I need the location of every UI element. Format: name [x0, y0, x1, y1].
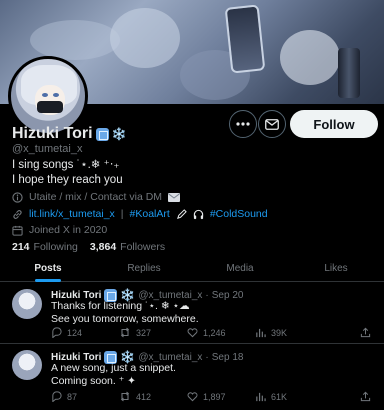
calendar-icon	[12, 225, 23, 236]
reply-button[interactable]: 87	[51, 391, 119, 402]
tweet-date[interactable]: Sep 20	[212, 290, 244, 301]
profile-joined: Joined X in 2020	[12, 224, 107, 236]
more-options-button[interactable]	[229, 110, 257, 138]
followers-link[interactable]: 3,864 Followers	[90, 241, 165, 253]
following-label: Following	[33, 241, 78, 253]
share-button[interactable]	[360, 327, 371, 338]
snowflake-emoji: ❄️	[111, 127, 127, 141]
repost-icon	[120, 327, 130, 338]
tweet-line: A new song, just a snippet.	[51, 362, 176, 374]
repost-count: 412	[136, 391, 152, 402]
tab-likes[interactable]: Likes	[288, 258, 384, 281]
tweet-line: Thanks for listening ˙⋆. ❄︎ ⋆☁︎	[51, 300, 190, 312]
separator: |	[120, 208, 124, 220]
profile-name: Hizuki Tori	[12, 125, 93, 142]
profile-avatar[interactable]	[8, 56, 88, 136]
tweet-author-name[interactable]: Hizuki Tori	[51, 352, 101, 363]
dot-separator: ·	[205, 289, 209, 301]
followers-count: 3,864	[89, 241, 117, 253]
like-count: 1,897	[203, 391, 226, 402]
view-count: 61K	[271, 391, 288, 402]
reply-icon	[52, 327, 62, 338]
profile-bio: I sing songs ˙⋆.❄︎ ⁺‧₊ I hope they reach…	[12, 158, 123, 188]
tweet-avatar[interactable]	[12, 289, 42, 319]
views-button[interactable]: 61K	[255, 391, 323, 402]
heart-icon	[187, 328, 198, 338]
heart-icon	[187, 392, 198, 402]
like-button[interactable]: 1,897	[187, 391, 255, 402]
profile-stats: 214 Following 3,864 Followers	[12, 241, 165, 253]
pen-icon	[176, 208, 187, 219]
envelope-emoji-icon	[168, 192, 181, 202]
reply-button[interactable]: 124	[51, 327, 119, 338]
follow-button[interactable]: Follow	[290, 110, 378, 138]
info-icon	[12, 191, 23, 203]
tab-posts[interactable]: Posts	[0, 258, 96, 282]
tweet[interactable]: Hizuki Tori ❄️ @x_tumetai_x · Sep 18 A n…	[0, 344, 384, 410]
category-text: Utaite / mix / Contact via DM	[29, 191, 163, 203]
tab-replies[interactable]: Replies	[96, 258, 192, 281]
tweet-line: Coming soon. ⁺ ✦	[51, 375, 136, 387]
tweet-author-name[interactable]: Hizuki Tori	[51, 290, 101, 301]
following-link[interactable]: 214 Following	[12, 241, 78, 253]
bio-line: I sing songs ˙⋆.❄︎ ⁺‧₊	[12, 159, 120, 171]
profile-name-row: Hizuki Tori ❄️	[12, 125, 127, 143]
views-button[interactable]: 39K	[255, 327, 323, 338]
message-button[interactable]	[258, 110, 286, 138]
repost-icon	[120, 391, 130, 402]
repost-count: 327	[136, 327, 152, 338]
profile-website-link[interactable]: lit.link/x_tumetai_x	[29, 208, 115, 220]
like-count: 1,246	[203, 327, 226, 338]
reply-count: 87	[67, 391, 78, 402]
hashtag-koalart[interactable]: #KoalArt	[130, 208, 170, 220]
tab-media[interactable]: Media	[192, 258, 288, 281]
like-button[interactable]: 1,246	[187, 327, 255, 338]
profile-category: Utaite / mix / Contact via DM	[12, 191, 181, 203]
dot-separator: ·	[205, 351, 209, 363]
tweet-actions: 87 412 1,897 61K	[51, 391, 371, 402]
mail-icon	[265, 118, 279, 130]
analytics-icon	[256, 392, 266, 402]
repost-button[interactable]: 327	[119, 327, 187, 338]
share-icon	[360, 391, 371, 402]
tweet-line: See you tomorrow, somewhere.	[51, 313, 199, 325]
more-icon	[236, 122, 250, 126]
headphones-icon	[193, 209, 203, 219]
tweet-avatar[interactable]	[12, 350, 42, 380]
tweet-actions: 124 327 1,246 39K	[51, 327, 371, 338]
share-button[interactable]	[360, 391, 371, 402]
link-icon	[13, 209, 22, 219]
joined-text: Joined X in 2020	[29, 224, 108, 236]
following-count: 214	[12, 241, 30, 253]
profile-links-row: lit.link/x_tumetai_x | #KoalArt #ColdSou…	[12, 208, 268, 220]
followers-label: Followers	[120, 241, 166, 253]
reply-count: 124	[67, 327, 83, 338]
tweet[interactable]: Hizuki Tori ❄️ @x_tumetai_x · Sep 20 Tha…	[0, 282, 384, 344]
profile-tabs: Posts Replies Media Likes	[0, 258, 384, 282]
bio-line: I hope they reach you	[12, 174, 123, 186]
hashtag-coldsound[interactable]: #ColdSound	[210, 208, 268, 220]
tweet-text: Thanks for listening ˙⋆. ❄︎ ⋆☁︎ See you …	[51, 300, 199, 326]
tweet-text: A new song, just a snippet. Coming soon.…	[51, 362, 176, 388]
ice-cube-icon	[95, 127, 109, 141]
reply-icon	[52, 391, 62, 402]
view-count: 39K	[271, 327, 288, 338]
tweet-date[interactable]: Sep 18	[212, 352, 244, 363]
share-icon	[360, 327, 371, 338]
repost-button[interactable]: 412	[119, 391, 187, 402]
analytics-icon	[256, 328, 266, 338]
tweet-handle[interactable]: @x_tumetai_x	[138, 352, 202, 363]
profile-handle: @x_tumetai_x	[12, 143, 83, 155]
tweet-handle[interactable]: @x_tumetai_x	[138, 290, 202, 301]
